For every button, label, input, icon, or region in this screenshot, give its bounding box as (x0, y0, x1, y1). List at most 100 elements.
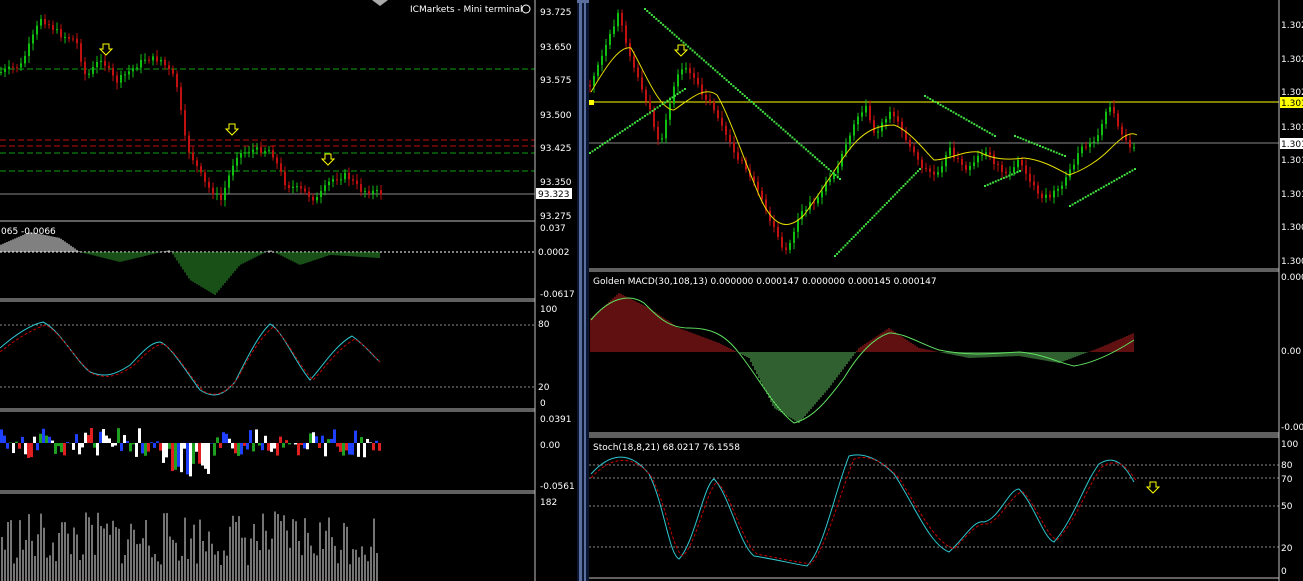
candle (789, 239, 791, 254)
right-chart-window[interactable]: 1.302 1.302 1.302 1.301 1.301 1.301 1.30… (589, 0, 1303, 581)
candle (1105, 108, 1107, 129)
trend-dot (947, 108, 950, 111)
histogram-bar (93, 443, 96, 448)
candle (168, 61, 170, 76)
left-price-chart[interactable]: 93.725 93.650 93.575 93.500 93.425 93.35… (0, 0, 577, 220)
trend-dot (879, 208, 882, 211)
trend-dot (1087, 194, 1090, 197)
histogram-bar (90, 428, 93, 443)
candle (945, 151, 947, 173)
trend-dot (1039, 145, 1041, 147)
scroll-up-icon[interactable] (372, 0, 388, 8)
trend-dot (1016, 136, 1019, 139)
candle (1057, 185, 1059, 198)
trend-dot (984, 185, 986, 187)
trend-dot (777, 124, 780, 127)
histogram-bar (273, 443, 276, 449)
trend-dot (793, 138, 796, 141)
ind3-tick: 0.00 (540, 441, 560, 451)
trend-dot (1126, 172, 1129, 175)
terminal-title: ICMarkets - Mini terminal (410, 5, 522, 15)
trend-dot (1084, 196, 1087, 199)
trend-dot (624, 128, 626, 131)
left-indicator3-pane[interactable]: 0.0391 0.00 -0.0561 (0, 410, 577, 492)
trend-dot (636, 120, 639, 122)
trend-dot (1064, 155, 1066, 157)
trend-dot (934, 100, 937, 103)
right-candles (589, 9, 1135, 255)
histogram-bar (306, 443, 309, 450)
candle (368, 185, 370, 199)
candle (641, 70, 643, 93)
histogram-bar (27, 443, 30, 458)
candle (1041, 190, 1043, 203)
right-macd-pane[interactable]: Golden MACD(30,108,13) 0.000000 0.000147… (589, 268, 1303, 434)
trend-dot (798, 142, 801, 145)
trend-dot (860, 227, 863, 230)
histogram-bar (150, 442, 153, 443)
candle (80, 38, 82, 67)
left-indicator2-pane[interactable]: 100 80 20 0 (0, 300, 577, 410)
price-tick: 1.301 (1281, 156, 1303, 166)
window-splitter[interactable] (577, 0, 589, 581)
trend-dot (854, 233, 857, 236)
histogram-bar (210, 443, 213, 444)
trend-dot (1005, 175, 1008, 178)
candle (156, 50, 158, 66)
candle (1073, 159, 1075, 173)
stoch-label: Stoch(18,8,21) 68.0217 76.1558 (593, 443, 740, 453)
trend-dot (1010, 173, 1013, 176)
trend-dot (757, 106, 760, 109)
trend-dot (873, 214, 876, 217)
trend-dot (986, 183, 989, 186)
trend-dot (723, 77, 726, 80)
stoch-tick: 80 (1281, 461, 1293, 471)
candle (324, 180, 326, 196)
left-ind1-histogram (0, 232, 380, 295)
level-handle[interactable] (589, 100, 594, 105)
histogram-bar (198, 443, 201, 464)
trend-dot (838, 250, 841, 253)
trend-dot (975, 124, 978, 127)
left-chart-window[interactable]: 93.725 93.650 93.575 93.500 93.425 93.35… (0, 0, 577, 581)
trend-dot (746, 96, 749, 99)
price-tick: 1.302 (1281, 55, 1303, 65)
left-indicator1-pane[interactable]: 065 -0.0066 0.037 0.0002 -0.0617 (0, 220, 577, 300)
candle (1101, 119, 1103, 141)
histogram-bar (72, 443, 75, 450)
histogram-bar (327, 439, 330, 443)
trend-dot (949, 109, 952, 112)
right-yellow-ma (590, 47, 1138, 225)
candle (1093, 136, 1095, 148)
trend-dot (734, 87, 737, 90)
histogram-bar (138, 428, 141, 443)
histogram-bar (6, 443, 9, 449)
trend-dot (811, 154, 814, 157)
histogram-bar (243, 443, 246, 446)
trend-dot (867, 221, 870, 224)
price-tick: 1.301 (1281, 190, 1303, 200)
candle (84, 56, 86, 81)
candle (356, 173, 358, 190)
histogram-bar (222, 432, 225, 443)
histogram-bar (270, 443, 273, 452)
trend-dot (698, 55, 701, 58)
histogram-bar (264, 435, 267, 443)
candle (1025, 159, 1027, 181)
trend-dot (687, 45, 690, 48)
trend-dot (656, 106, 659, 109)
right-price-chart[interactable]: 1.302 1.302 1.302 1.301 1.301 1.301 1.30… (589, 0, 1303, 268)
right-stoch-pane[interactable]: Stoch(18,8,21) 68.0217 76.1558 100 80 70… (589, 434, 1303, 581)
candle (997, 160, 999, 172)
histogram-bar (312, 432, 315, 443)
histogram-bar (252, 443, 255, 452)
candle (68, 33, 70, 43)
candle (777, 222, 779, 241)
candle (689, 63, 691, 80)
trend-dot (773, 120, 776, 123)
candle (785, 242, 787, 255)
candle (589, 79, 591, 93)
trend-dot (1055, 151, 1058, 154)
trend-dot (1047, 148, 1050, 151)
left-volume-pane[interactable]: 182 (0, 492, 577, 581)
